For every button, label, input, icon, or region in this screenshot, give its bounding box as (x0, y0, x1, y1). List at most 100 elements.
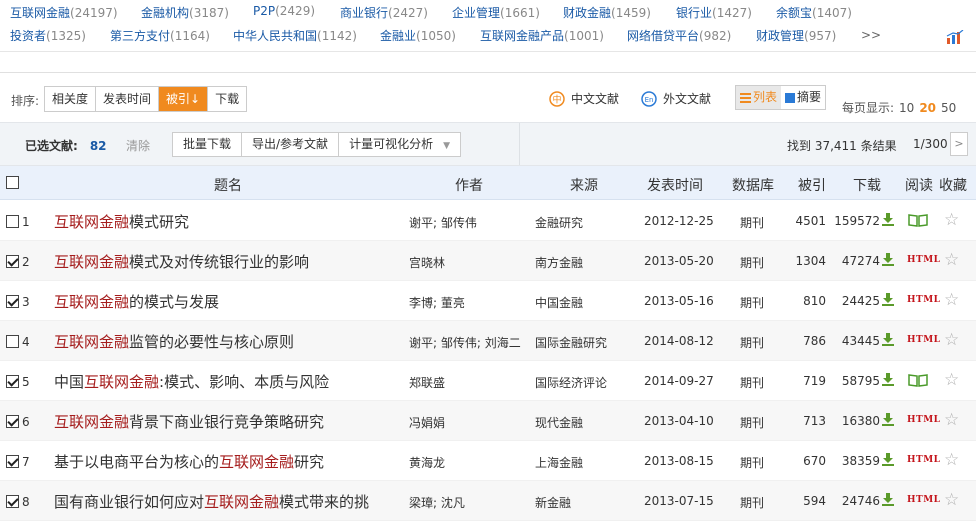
col-title[interactable]: 题名 (214, 175, 242, 195)
source-link[interactable]: 新金融 (535, 494, 571, 511)
html-read-link[interactable]: HTML (907, 255, 941, 265)
next-page-button[interactable]: > (950, 132, 968, 156)
source-link[interactable]: 上海金融 (535, 454, 583, 471)
citation-count[interactable]: 4501 (795, 214, 826, 228)
source-link[interactable]: 国际金融研究 (535, 334, 607, 351)
sort-citations-button[interactable]: 被引↓ (159, 87, 209, 111)
tag-item[interactable]: P2P(2429) (253, 4, 315, 18)
citation-count[interactable]: 1304 (795, 254, 826, 268)
citation-count[interactable]: 786 (803, 334, 826, 348)
download-icon[interactable] (881, 292, 895, 306)
row-checkbox[interactable] (6, 455, 19, 468)
source-link[interactable]: 金融研究 (535, 214, 583, 231)
favorite-star-icon[interactable]: ☆ (944, 330, 959, 350)
author-link[interactable]: 冯娟娟 (409, 414, 445, 431)
tag-item[interactable]: 金融机构(3187) (141, 4, 229, 21)
favorite-star-icon[interactable]: ☆ (944, 370, 959, 390)
col-author[interactable]: 作者 (455, 175, 483, 195)
download-icon[interactable] (881, 492, 895, 506)
download-icon[interactable] (881, 372, 895, 386)
author-link[interactable]: 谢平; 邹传伟; 刘海二 (409, 334, 521, 351)
tag-item[interactable]: 财政管理(957) (756, 27, 836, 44)
tag-item[interactable]: 互联网金融产品(1001) (480, 27, 604, 44)
paper-title-link[interactable]: 互联网金融监管的必要性与核心原则 (54, 331, 294, 352)
col-date[interactable]: 发表时间 (647, 175, 703, 195)
html-read-link[interactable]: HTML (907, 415, 941, 425)
paper-title-link[interactable]: 国有商业银行如何应对互联网金融模式带来的挑 (54, 491, 369, 512)
author-link[interactable]: 梁璋; 沈凡 (409, 494, 465, 511)
author-link[interactable]: 谢平; 邹传伟 (409, 214, 477, 231)
read-online-book-icon[interactable] (908, 214, 928, 227)
visualize-dropdown[interactable]: 计量可视化分析 ▼ (339, 133, 460, 156)
author-link[interactable]: 李博; 董亮 (409, 294, 465, 311)
tag-item[interactable]: 余额宝(1407) (776, 4, 852, 21)
row-checkbox[interactable] (6, 295, 19, 308)
paper-title-link[interactable]: 互联网金融背景下商业银行竞争策略研究 (54, 411, 324, 432)
paper-title-link[interactable]: 中国互联网金融:模式、影响、本质与风险 (54, 371, 329, 392)
chinese-docs-toggle[interactable]: 中 中文文献 (549, 90, 619, 107)
select-all-checkbox[interactable] (6, 176, 19, 189)
download-icon[interactable] (881, 332, 895, 346)
paper-title-link[interactable]: 互联网金融的模式与发展 (54, 291, 219, 312)
favorite-star-icon[interactable]: ☆ (944, 410, 959, 430)
paper-title-link[interactable]: 互联网金融模式及对传统银行业的影响 (54, 251, 309, 272)
clear-selection-button[interactable]: 清除 (126, 137, 150, 154)
tag-item[interactable]: 企业管理(1661) (452, 4, 540, 21)
col-source[interactable]: 来源 (570, 175, 598, 195)
html-read-link[interactable]: HTML (907, 455, 941, 465)
sort-date-button[interactable]: 发表时间 (96, 87, 160, 111)
tag-item[interactable]: 第三方支付(1164) (110, 27, 210, 44)
author-link[interactable]: 黄海龙 (409, 454, 445, 471)
tag-item[interactable]: 银行业(1427) (676, 4, 752, 21)
tag-item[interactable]: 商业银行(2427) (340, 4, 428, 21)
citation-count[interactable]: 719 (803, 374, 826, 388)
source-link[interactable]: 现代金融 (535, 414, 583, 431)
row-checkbox[interactable] (6, 375, 19, 388)
abstract-view-button[interactable]: 摘要 (781, 86, 825, 109)
download-icon[interactable] (881, 252, 895, 266)
favorite-star-icon[interactable]: ☆ (944, 290, 959, 310)
paper-title-link[interactable]: 互联网金融模式研究 (54, 211, 189, 232)
foreign-docs-toggle[interactable]: En 外文文献 (641, 90, 711, 107)
row-checkbox[interactable] (6, 215, 19, 228)
tag-item[interactable]: 网络借贷平台(982) (627, 27, 731, 44)
col-citations[interactable]: 被引 (798, 175, 826, 195)
source-link[interactable]: 南方金融 (535, 254, 583, 271)
html-read-link[interactable]: HTML (907, 295, 941, 305)
favorite-star-icon[interactable]: ☆ (944, 490, 959, 510)
export-button[interactable]: 导出/参考文献 (242, 133, 340, 156)
per-page-50[interactable]: 50 (941, 101, 956, 115)
per-page-20[interactable]: 20 (919, 101, 936, 115)
batch-download-button[interactable]: 批量下载 (173, 133, 243, 156)
sort-relevance-button[interactable]: 相关度 (45, 87, 97, 111)
author-link[interactable]: 郑联盛 (409, 374, 445, 391)
favorite-star-icon[interactable]: ☆ (944, 450, 959, 470)
tag-item[interactable]: 互联网金融(24197) (10, 4, 118, 21)
tag-item[interactable]: 金融业(1050) (380, 27, 456, 44)
col-database[interactable]: 数据库 (732, 175, 774, 195)
source-link[interactable]: 国际经济评论 (535, 374, 607, 391)
author-link[interactable]: 宫晓林 (409, 254, 445, 271)
paper-title-link[interactable]: 基于以电商平台为核心的互联网金融研究 (54, 451, 324, 472)
tag-item[interactable]: 中华人民共和国(1142) (233, 27, 357, 44)
row-checkbox[interactable] (6, 335, 19, 348)
tag-item[interactable]: 投资者(1325) (10, 27, 86, 44)
row-checkbox[interactable] (6, 415, 19, 428)
tag-item[interactable]: 财政金融(1459) (563, 4, 651, 21)
source-link[interactable]: 中国金融 (535, 294, 583, 311)
col-downloads[interactable]: 下载 (853, 175, 881, 195)
citation-count[interactable]: 670 (803, 454, 826, 468)
favorite-star-icon[interactable]: ☆ (944, 210, 959, 230)
html-read-link[interactable]: HTML (907, 335, 941, 345)
citation-count[interactable]: 594 (803, 494, 826, 508)
bar-chart-icon[interactable] (946, 30, 964, 44)
favorite-star-icon[interactable]: ☆ (944, 250, 959, 270)
html-read-link[interactable]: HTML (907, 495, 941, 505)
download-icon[interactable] (881, 412, 895, 426)
more-tags-button[interactable]: >> (861, 28, 881, 42)
citation-count[interactable]: 810 (803, 294, 826, 308)
download-icon[interactable] (881, 452, 895, 466)
row-checkbox[interactable] (6, 255, 19, 268)
read-online-book-icon[interactable] (908, 374, 928, 387)
citation-count[interactable]: 713 (803, 414, 826, 428)
